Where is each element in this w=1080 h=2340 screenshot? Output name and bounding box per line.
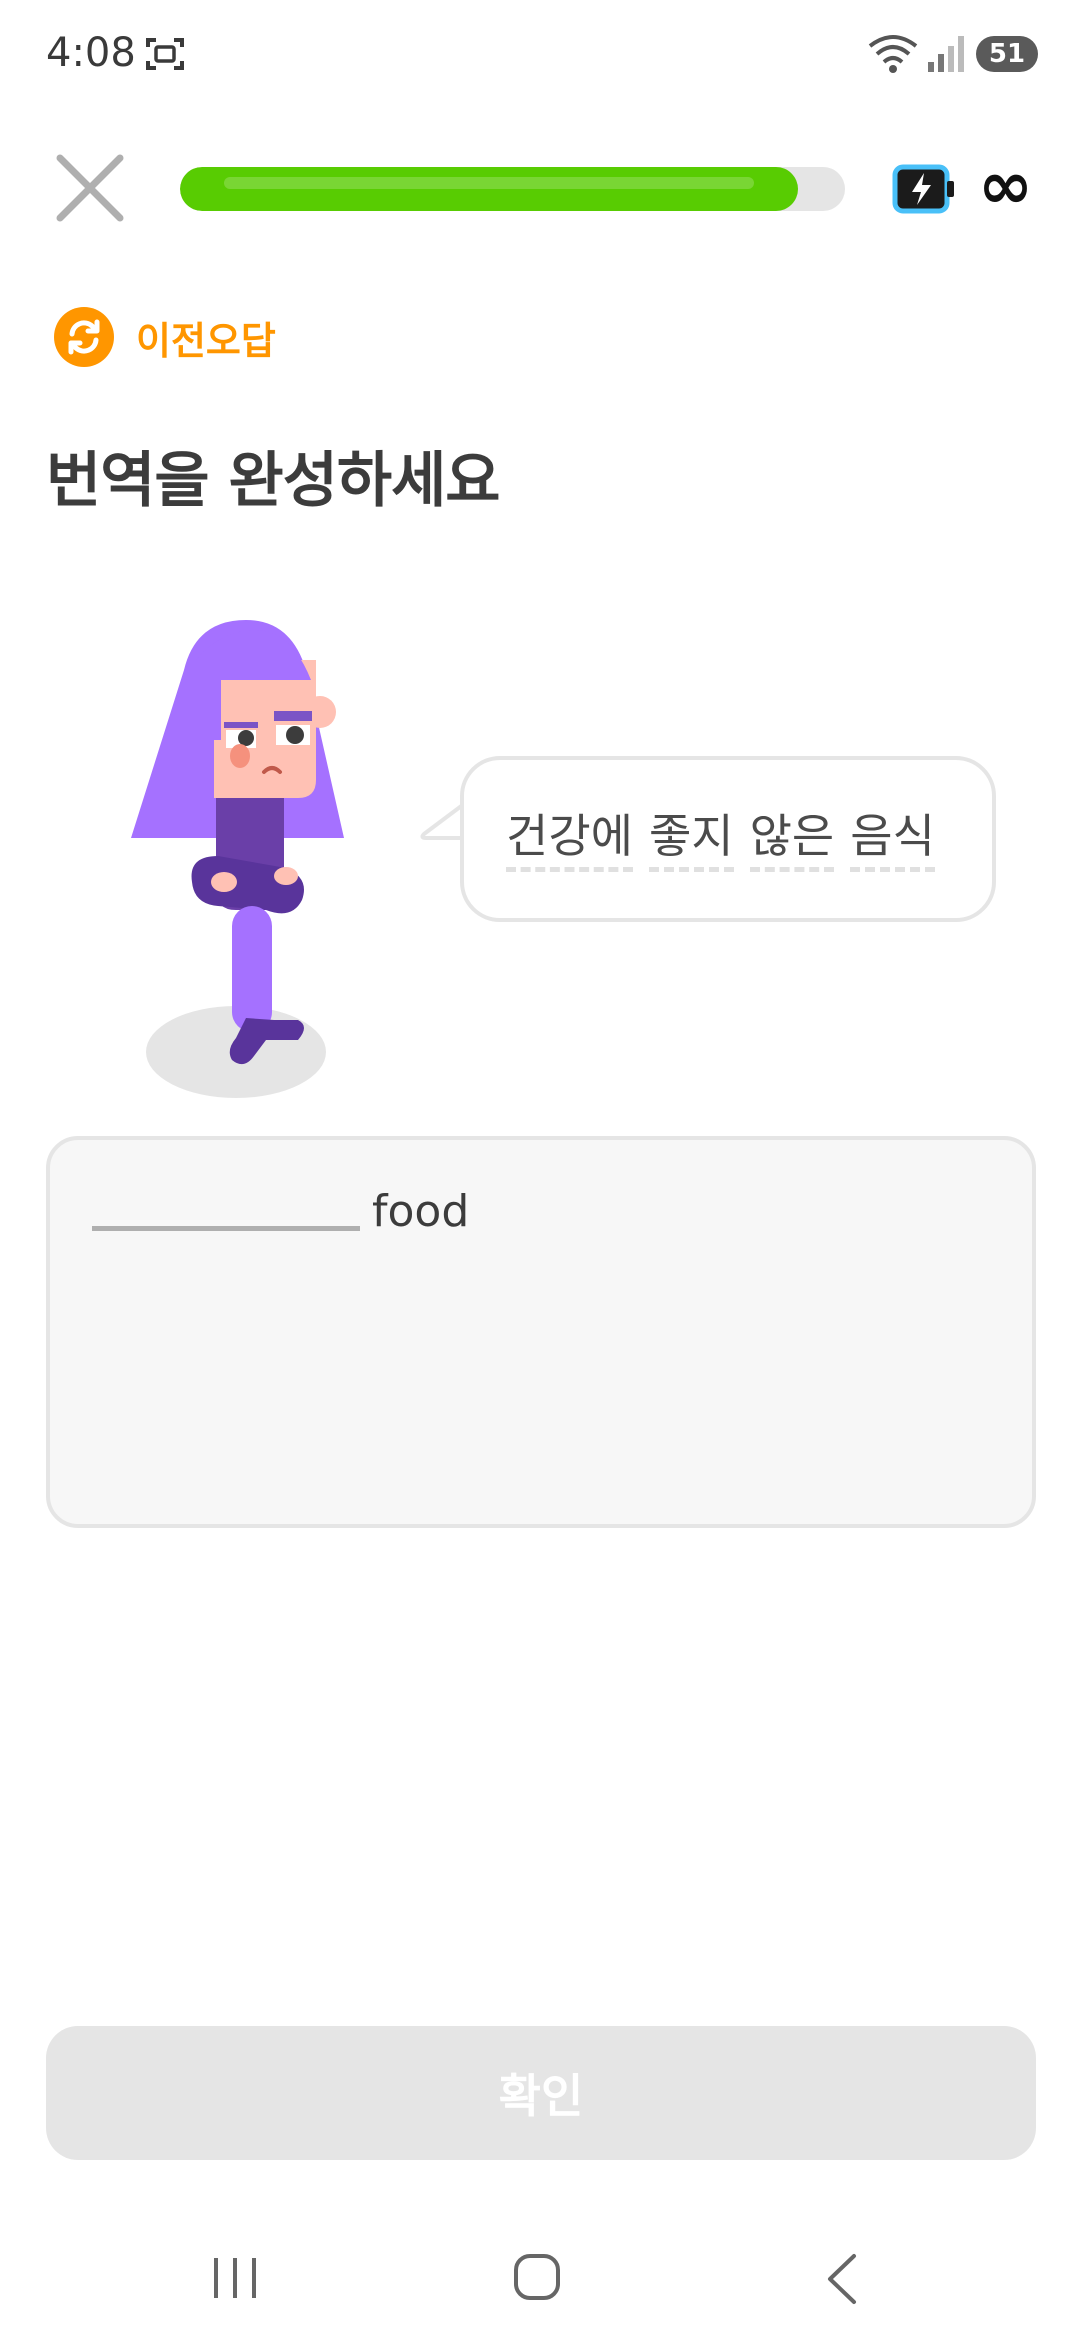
wifi-icon [868, 35, 918, 73]
prompt-word[interactable]: 않은 [749, 807, 835, 872]
home-icon[interactable] [512, 2252, 562, 2302]
previous-mistake-tag: 이전오답 [54, 306, 276, 368]
status-bar: 4:08 51 [0, 0, 1080, 112]
repeat-icon [54, 307, 114, 367]
system-nav-bar [0, 2230, 1080, 2340]
prompt-word[interactable]: 좋지 [648, 807, 734, 872]
signal-icon [928, 36, 964, 72]
answer-blank-input[interactable] [92, 1166, 360, 1231]
page-title: 번역을 완성하세요 [46, 446, 500, 516]
back-icon[interactable] [822, 2252, 862, 2306]
prompt-word[interactable]: 음식 [850, 807, 935, 872]
lesson-progress-bar [180, 167, 845, 211]
answer-area: food [46, 1136, 1036, 1528]
energy-infinity: ∞ [978, 147, 1033, 224]
prompt-word[interactable]: 건강에 [506, 807, 633, 872]
character-illustration [131, 620, 344, 1098]
progress-fill [180, 167, 799, 211]
prompt-speech-bubble: 건강에 좋지 않은 음식 [460, 756, 996, 922]
status-time: 4:08 [46, 30, 136, 76]
screenshot-icon [146, 38, 184, 70]
check-button[interactable]: 확인 [46, 2026, 1036, 2160]
previous-mistake-label: 이전오답 [136, 318, 276, 363]
close-icon[interactable] [52, 150, 128, 226]
answer-fixed-word: food [372, 1186, 470, 1237]
battery-bolt-icon[interactable] [892, 164, 956, 214]
battery-icon: 51 [976, 36, 1038, 72]
progress-shine [224, 177, 755, 189]
prompt-sentence: 건강에 좋지 않은 음식 [506, 807, 935, 872]
recents-icon[interactable] [210, 2254, 260, 2302]
